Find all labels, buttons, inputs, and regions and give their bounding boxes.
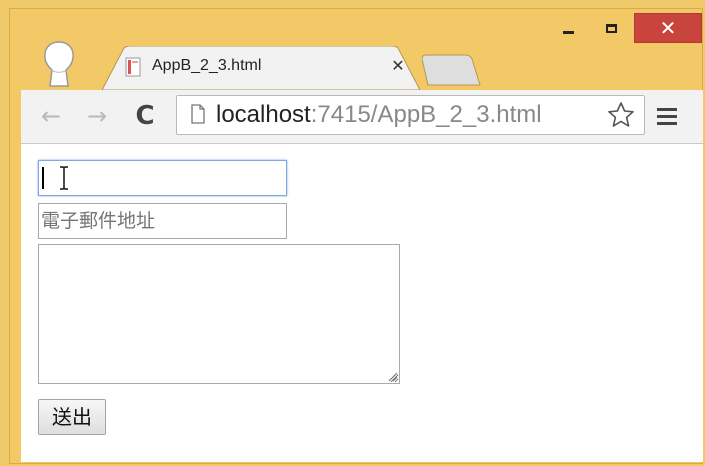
submit-button[interactable]: 送出	[38, 399, 106, 435]
menu-bar-line	[657, 114, 677, 118]
tab-close-icon[interactable]: ✕	[389, 56, 407, 76]
ibeam-cursor-icon	[60, 166, 68, 190]
profile-avatar-icon[interactable]	[40, 40, 78, 88]
tab-title: AppB_2_3.html	[152, 57, 262, 74]
menu-bar-line	[657, 107, 677, 111]
url-host: localhost	[216, 101, 311, 128]
text-input[interactable]	[38, 160, 287, 196]
browser-window: ✕ AppB_2_3.html ✕ ← → C localhost:7415/A…	[0, 0, 705, 466]
menu-bar-line	[657, 121, 677, 125]
reload-icon[interactable]: C	[127, 100, 163, 132]
back-arrow-icon[interactable]: ←	[34, 100, 68, 132]
url-path: :7415/AppB_2_3.html	[310, 101, 542, 128]
close-icon: ✕	[659, 16, 677, 40]
page-favicon-icon	[125, 57, 141, 77]
close-window-button[interactable]: ✕	[634, 13, 702, 43]
new-tab-button[interactable]	[422, 53, 482, 87]
message-textarea[interactable]	[38, 244, 400, 384]
minimize-icon	[562, 30, 574, 34]
resize-grip-icon[interactable]	[386, 370, 398, 382]
maximize-icon	[605, 23, 617, 33]
star-icon[interactable]	[606, 100, 636, 130]
forward-arrow-icon[interactable]: →	[80, 100, 114, 132]
text-caret	[42, 167, 44, 189]
email-field[interactable]	[38, 203, 287, 239]
address-url[interactable]: localhost:7415/AppB_2_3.html	[216, 99, 542, 131]
maximize-button[interactable]	[592, 13, 630, 43]
page-icon	[191, 104, 205, 124]
minimize-button[interactable]	[551, 13, 585, 43]
hamburger-menu-icon[interactable]	[657, 104, 681, 128]
